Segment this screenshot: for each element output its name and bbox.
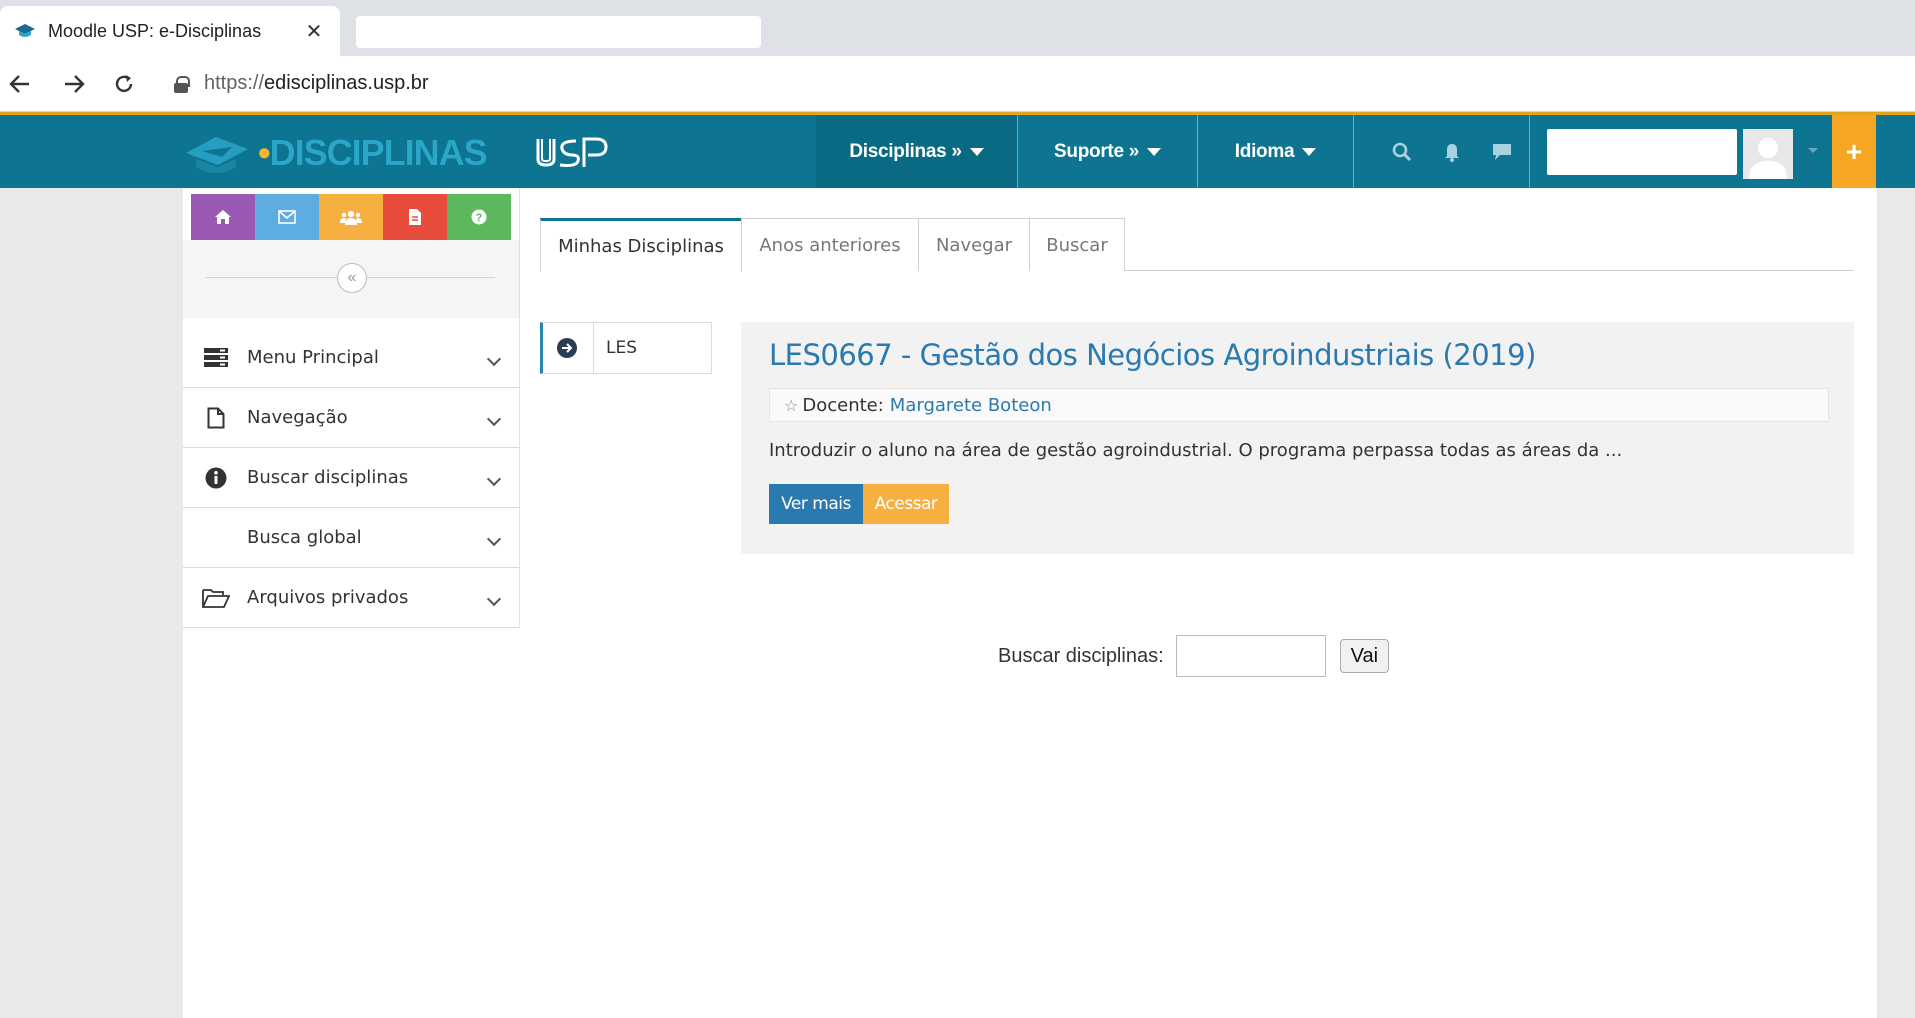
- reload-icon[interactable]: [104, 64, 144, 104]
- navbar-icon-group: [1354, 115, 1530, 188]
- browser-tab-title: Moodle USP: e-Disciplinas: [48, 20, 262, 41]
- chevron-down-icon: [486, 351, 502, 367]
- e-disciplinas-logo[interactable]: •DISCIPLINAS: [182, 129, 488, 177]
- tab-minhas-disciplinas[interactable]: Minhas Disciplinas: [540, 218, 742, 272]
- close-tab-icon[interactable]: ✕: [302, 19, 326, 44]
- file-icon: [201, 406, 231, 430]
- sidebar-collapse-row: «: [183, 240, 519, 318]
- course-card: LES0667 - Gestão dos Negócios Agroindust…: [741, 322, 1854, 554]
- sidebar-item-buscar-disciplinas[interactable]: Buscar disciplinas: [183, 448, 519, 508]
- star-icon: ☆: [784, 395, 799, 415]
- url-field[interactable]: https://edisciplinas.usp.br: [204, 72, 429, 95]
- info-icon: [201, 466, 231, 490]
- tab-buscar[interactable]: Buscar: [1029, 218, 1125, 271]
- url-protocol: https://: [204, 72, 265, 94]
- document-icon[interactable]: [383, 194, 447, 240]
- sidebar-item-label: Navegação: [247, 407, 348, 428]
- category-label: LES: [606, 338, 638, 358]
- mail-icon[interactable]: [255, 194, 319, 240]
- teacher-name-link[interactable]: Margarete Boteon: [890, 395, 1052, 416]
- forward-arrow-icon[interactable]: [54, 64, 94, 104]
- collapse-sidebar-button[interactable]: «: [337, 263, 367, 293]
- user-caret-icon[interactable]: [1808, 148, 1818, 153]
- caret-down-icon: [1302, 147, 1317, 156]
- sidebar-item-arquivos-privados[interactable]: Arquivos privados: [183, 568, 519, 628]
- arrow-right-circle-icon: [557, 338, 577, 358]
- tab-anos-anteriores[interactable]: Anos anteriores: [741, 218, 919, 271]
- server-icon: [201, 346, 231, 370]
- category-item-les[interactable]: LES: [540, 322, 712, 374]
- user-avatar-icon: [1749, 138, 1787, 179]
- sidebar-item-label: Menu Principal: [247, 347, 379, 368]
- search-input[interactable]: [1175, 635, 1326, 677]
- users-icon[interactable]: [319, 194, 383, 240]
- sidebar-item-label: Arquivos privados: [247, 587, 409, 608]
- sidebar-menu: Menu Principal Navegação Buscar discipli…: [183, 328, 519, 628]
- svg-text:?: ?: [476, 212, 483, 224]
- course-search-form: Buscar disciplinas: Vai: [998, 634, 1390, 678]
- menu-suporte[interactable]: Suporte »: [1018, 115, 1198, 188]
- browser-address-bar: https://edisciplinas.usp.br: [0, 56, 1915, 112]
- moodle-favicon-icon: [15, 24, 35, 37]
- menu-disciplinas[interactable]: Disciplinas »: [816, 115, 1018, 188]
- user-name-box[interactable]: [1547, 129, 1737, 175]
- browser-tab-bar: Moodle USP: e-Disciplinas ✕: [0, 0, 1915, 56]
- back-arrow-icon[interactable]: [0, 64, 40, 104]
- course-title-link[interactable]: LES0667 - Gestão dos Negócios Agroindust…: [769, 338, 1536, 372]
- ver-mais-button[interactable]: Ver mais: [769, 484, 863, 524]
- usp-logo-icon[interactable]: [534, 133, 610, 171]
- site-navbar: •DISCIPLINAS Disciplinas » Suporte » Idi…: [0, 112, 1915, 188]
- chat-bubble-icon[interactable]: [1491, 141, 1513, 163]
- caret-down-icon: [969, 147, 984, 156]
- menu-idioma[interactable]: Idioma: [1198, 115, 1354, 188]
- plus-button[interactable]: +: [1832, 115, 1876, 188]
- sidebar-item-menu-principal[interactable]: Menu Principal: [183, 328, 519, 388]
- quick-access-bar: ?: [191, 194, 511, 240]
- chevron-down-icon: [486, 411, 502, 427]
- avatar[interactable]: [1743, 129, 1793, 179]
- folder-open-icon: [201, 586, 231, 610]
- chevron-down-icon: [486, 471, 502, 487]
- chevron-down-icon: [486, 531, 502, 547]
- sidebar-item-label: Buscar disciplinas: [247, 467, 409, 488]
- main-menu: Disciplinas » Suporte » Idioma: [816, 115, 1530, 188]
- tab-navegar[interactable]: Navegar: [918, 218, 1030, 271]
- teacher-row: ☆ Docente: Margarete Boteon: [769, 388, 1829, 422]
- browser-tab[interactable]: Moodle USP: e-Disciplinas ✕: [0, 6, 340, 56]
- home-icon[interactable]: [191, 194, 255, 240]
- url-host: edisciplinas.usp.br: [264, 72, 429, 94]
- vai-button[interactable]: Vai: [1339, 639, 1390, 673]
- chevron-down-icon: [486, 591, 502, 607]
- bell-icon[interactable]: [1441, 141, 1463, 163]
- lock-icon: [174, 75, 190, 93]
- sidebar-item-label: Busca global: [247, 527, 362, 548]
- divider: [593, 323, 594, 373]
- sidebar-border: [519, 188, 520, 628]
- graduation-hat-icon: [186, 137, 248, 173]
- caret-down-icon: [1146, 147, 1161, 156]
- acessar-button[interactable]: Acessar: [863, 484, 949, 524]
- search-icon[interactable]: [1391, 141, 1413, 163]
- browser-tab-placeholder[interactable]: [356, 16, 761, 48]
- course-tabs: Minhas Disciplinas Anos anteriores Naveg…: [540, 218, 1854, 272]
- search-label: Buscar disciplinas:: [998, 644, 1164, 667]
- page-content: ? « Menu Principal Navegação Buscar disc…: [183, 188, 1877, 1018]
- user-area: [1532, 115, 1832, 188]
- course-summary: Introduzir o aluno na área de gestão agr…: [769, 440, 1623, 461]
- teacher-label: Docente:: [802, 394, 884, 416]
- logo-text: •DISCIPLINAS: [258, 132, 488, 173]
- help-icon[interactable]: ?: [447, 194, 511, 240]
- sidebar-item-busca-global[interactable]: Busca global: [183, 508, 519, 568]
- sidebar-item-navegacao[interactable]: Navegação: [183, 388, 519, 448]
